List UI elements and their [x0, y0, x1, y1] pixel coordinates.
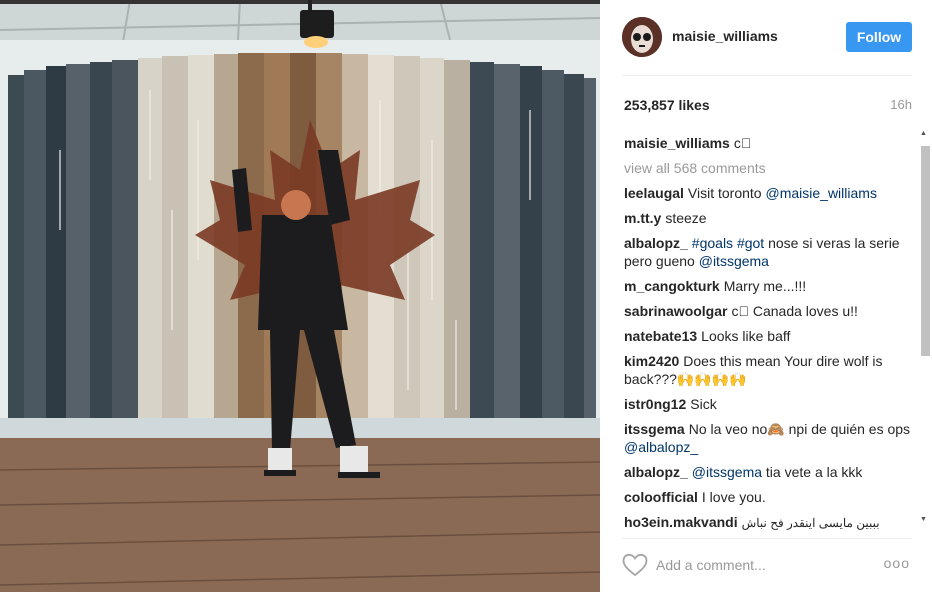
post-timestamp[interactable]: 16h [890, 97, 912, 112]
comment-list: maisie_williams c⃞ view all 568 comments … [624, 134, 914, 532]
comment-item: m_cangokturk Marry me...!!! [624, 277, 914, 295]
mention-link[interactable]: @itssgema [699, 253, 769, 269]
comment-username[interactable]: natebate13 [624, 328, 697, 344]
mention-link[interactable]: @itssgema [692, 464, 762, 480]
comment-text: tia vete a la kkk [762, 464, 863, 480]
comment-item: itssgema No la veo no🙈 npi de quién es op… [624, 420, 914, 456]
comment-username[interactable]: m.tt.y [624, 210, 661, 226]
comment-text: بببین مایسی اینقدر فح نباش [741, 516, 880, 530]
comment-item: albalopz_ #goals #got nose si veras la se… [624, 234, 914, 270]
comment-text: Sick [690, 396, 717, 412]
comment-item: natebate13 Looks like baff [624, 327, 914, 345]
comment-username[interactable]: kim2420 [624, 353, 679, 369]
username[interactable]: maisie_williams [672, 28, 778, 44]
hashtag-link[interactable]: #goals [692, 235, 733, 251]
heart-icon[interactable] [622, 553, 648, 577]
comment-username[interactable]: albalopz_ [624, 235, 688, 251]
comment-text: Looks like baff [701, 328, 791, 344]
follow-button[interactable]: Follow [846, 22, 912, 52]
post-header: maisie_williams Follow [622, 16, 912, 76]
more-options-icon[interactable]: ooo [884, 555, 910, 571]
comment-text: No la veo no🙈 npi de quién es ops [688, 421, 911, 437]
post-stats: 253,857 likes 16h [624, 96, 912, 116]
comment-username[interactable]: sabrinawoolgar [624, 303, 727, 319]
caption: maisie_williams c⃞ [624, 134, 914, 152]
post-sidebar: maisie_williams Follow 253,857 likes 16h… [600, 0, 932, 592]
comment-item: sabrinawoolgar c⃞ Canada loves u!! [624, 302, 914, 320]
mention-link[interactable]: @albalopz_ [624, 439, 698, 455]
comment-username[interactable]: maisie_williams [624, 135, 730, 151]
comment-item: coloofficial I love you. [624, 488, 914, 506]
hashtag-link[interactable]: #got [737, 235, 764, 251]
add-comment-input[interactable] [656, 555, 856, 575]
comments-scrollbar[interactable]: ▲ ▼ [918, 128, 932, 528]
comment-item: leelaugal Visit toronto @maisie_williams [624, 184, 914, 202]
view-all-comments-link[interactable]: view all 568 comments [624, 159, 914, 177]
comment-item: albalopz_ @itssgema tia vete a la kkk [624, 463, 914, 481]
comment-item: kim2420 Does this mean Your dire wolf is … [624, 352, 914, 388]
comment-item: m.tt.y steeze [624, 209, 914, 227]
scroll-up-icon[interactable]: ▲ [920, 130, 927, 137]
avatar[interactable] [622, 17, 662, 57]
comment-text: steeze [665, 210, 707, 226]
comment-item: ho3ein.makvandi بببین مایسی اینقدر فح نبا… [624, 513, 914, 532]
comment-text: c⃞ Canada loves u!! [731, 303, 858, 319]
comment-text: Visit toronto [687, 185, 766, 201]
comment-text: Marry me...!!! [723, 278, 807, 294]
scroll-down-icon[interactable]: ▼ [920, 516, 927, 523]
comment-footer: ooo [622, 538, 912, 592]
comment-username[interactable]: coloofficial [624, 489, 698, 505]
scroll-thumb[interactable] [921, 146, 930, 356]
comment-username[interactable]: ho3ein.makvandi [624, 514, 738, 530]
comment-username[interactable]: itssgema [624, 421, 685, 437]
comment-username[interactable]: leelaugal [624, 185, 684, 201]
comment-text: I love you. [701, 489, 766, 505]
comment-item: istr0ng12 Sick [624, 395, 914, 413]
mention-link[interactable]: @maisie_williams [765, 185, 876, 201]
comment-username[interactable]: istr0ng12 [624, 396, 686, 412]
comment-username[interactable]: m_cangokturk [624, 278, 720, 294]
post-photo[interactable] [0, 0, 600, 592]
likes-count[interactable]: 253,857 likes [624, 97, 710, 113]
comment-text: c⃞ [733, 135, 752, 151]
comment-username[interactable]: albalopz_ [624, 464, 688, 480]
